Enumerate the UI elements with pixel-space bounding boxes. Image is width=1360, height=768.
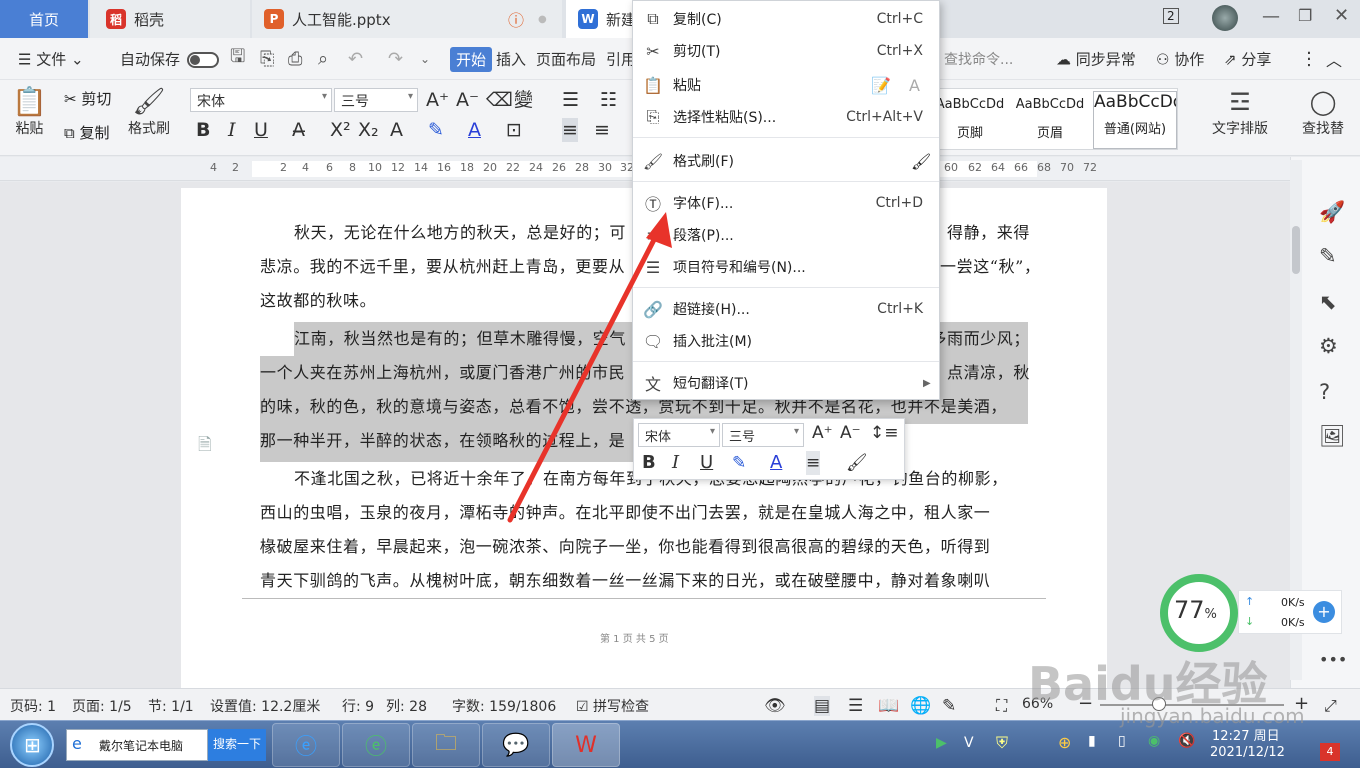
arrow-shaft [507, 229, 661, 523]
watermark-url: jingyan.baidu.com [1120, 704, 1305, 728]
